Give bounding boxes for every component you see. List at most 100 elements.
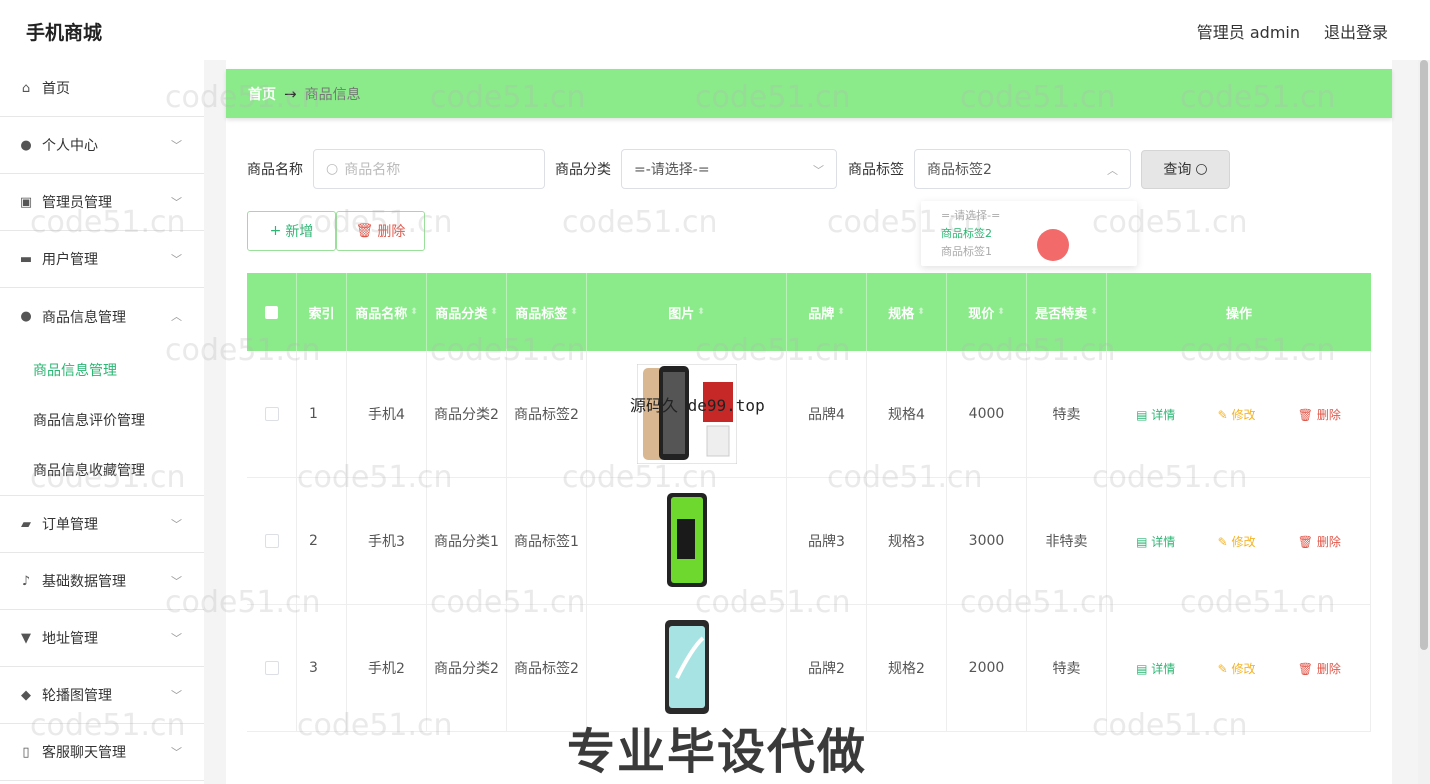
header-brand[interactable]: 品牌 ⬍ <box>787 273 867 351</box>
cell-special: 特卖 <box>1027 351 1107 477</box>
submenu-goods-favorite[interactable]: 商品信息收藏管理 <box>0 445 204 495</box>
cell-special: 特卖 <box>1027 605 1107 731</box>
detail-label: 详情 <box>1151 534 1176 549</box>
row-select-cell <box>247 478 297 604</box>
header-label: 现价 <box>968 306 995 322</box>
detail-button[interactable]: ▤ 详情 <box>1126 527 1185 556</box>
delete-button[interactable]: 🗑 删除 <box>1288 527 1351 556</box>
cell-name: 手机3 <box>347 478 427 604</box>
dropdown-option-selected[interactable]: 商品标签2 <box>941 225 1117 243</box>
briefcase-icon: ▬ <box>19 251 33 267</box>
edit-label: 修改 <box>1231 407 1256 422</box>
row-checkbox[interactable] <box>264 534 279 548</box>
tool-icon: ▼ <box>21 630 31 646</box>
detail-button[interactable]: ▤ 详情 <box>1126 654 1185 683</box>
tag-dropdown: =-请选择-= 商品标签2 商品标签1 <box>921 201 1137 266</box>
scrollbar[interactable] <box>1418 60 1430 784</box>
submenu-goods-review[interactable]: 商品信息评价管理 <box>0 395 204 445</box>
mic-icon: ♪ <box>21 573 31 589</box>
edit-button[interactable]: ✎ 修改 <box>1208 654 1266 683</box>
trash-icon: 🗑 <box>1297 534 1317 549</box>
cell-brand: 品牌2 <box>787 605 867 731</box>
product-image[interactable] <box>637 618 737 718</box>
tag-select[interactable]: 商品标签2 ︿ <box>914 149 1131 189</box>
select-all-cell <box>247 273 297 351</box>
sidebar-item-personal[interactable]: ● 个人中心 ﹀ <box>0 117 204 174</box>
chevron-up-icon: ︿ <box>1107 164 1118 177</box>
header-label: 品牌 <box>808 306 835 322</box>
header-spec[interactable]: 规格 ⬍ <box>867 273 947 351</box>
header-special[interactable]: 是否特卖 ⬍ <box>1027 273 1107 351</box>
top-bar: 手机商城 管理员 admin 退出登录 <box>0 0 1430 60</box>
main-content: 首页 → 商品信息 商品名称 ○ 商品名称 商品分类 =-请选择-= ﹀ 商品标… <box>226 60 1392 784</box>
header-image[interactable]: 图片 ⬍ <box>587 273 787 351</box>
sidebar-item-basedata[interactable]: ♪ 基础数据管理 ﹀ <box>0 553 204 610</box>
cell-actions: ▤ 详情 ✎ 修改 🗑 删除 <box>1107 605 1371 731</box>
select-all-checkbox[interactable] <box>265 305 278 319</box>
dropdown-option[interactable]: 商品标签1 <box>941 243 1117 261</box>
cell-brand: 品牌4 <box>787 351 867 477</box>
header-label: 商品标签 <box>515 306 568 322</box>
scrollbar-thumb[interactable] <box>1420 60 1428 650</box>
detail-button[interactable]: ▤ 详情 <box>1126 400 1185 429</box>
sidebar-item-label: 用户管理 <box>42 252 98 268</box>
logout-link[interactable]: 退出登录 <box>1324 19 1388 43</box>
cell-category: 商品分类1 <box>427 478 507 604</box>
sort-icon: ⬍ <box>997 307 1005 317</box>
breadcrumb-current: 商品信息 <box>304 86 361 103</box>
sidebar-item-label: 个人中心 <box>42 138 98 154</box>
pencil-icon: ✎ <box>1217 661 1232 676</box>
delete-button[interactable]: 🗑 删除 <box>1288 400 1351 429</box>
batch-delete-button[interactable]: 🗑 删除 <box>336 211 425 251</box>
submenu-goods-info[interactable]: 商品信息管理 <box>0 345 204 395</box>
sidebar-item-carousel[interactable]: ◆ 轮播图管理 ﹀ <box>0 667 204 724</box>
chevron-up-icon: ︿ <box>171 310 182 323</box>
product-image[interactable] <box>636 364 737 464</box>
query-button[interactable]: 查询 ○ <box>1141 149 1230 189</box>
pencil-icon: ✎ <box>1217 407 1232 422</box>
sidebar-item-chat[interactable]: ▯ 客服聊天管理 ﹀ <box>0 724 204 781</box>
sidebar-item-address[interactable]: ▼ 地址管理 ﹀ <box>0 610 204 667</box>
trash-icon: 🗑 <box>1297 407 1317 422</box>
edit-button[interactable]: ✎ 修改 <box>1208 400 1266 429</box>
row-checkbox[interactable] <box>264 661 279 675</box>
sort-icon: ⬍ <box>697 307 705 317</box>
sidebar-item-users[interactable]: ▬ 用户管理 ﹀ <box>0 231 204 288</box>
sidebar: ⌂ 首页 ● 个人中心 ﹀ ▣ 管理员管理 ﹀ ▬ 用户管理 ﹀ ● 商品信息管… <box>0 60 204 784</box>
user-icon: ● <box>20 309 32 324</box>
add-button[interactable]: + 新增 <box>247 211 336 251</box>
delete-button[interactable]: 🗑 删除 <box>1288 654 1351 683</box>
table-row: 2 手机3 商品分类1 商品标签1 品牌3 规格3 3000 非特卖 ▤ 详情 <box>247 478 1371 605</box>
category-select[interactable]: =-请选择-= ﹀ <box>621 149 837 189</box>
chevron-down-icon: ﹀ <box>171 575 182 588</box>
sidebar-item-admins[interactable]: ▣ 管理员管理 ﹀ <box>0 174 204 231</box>
header-label: 规格 <box>888 306 915 322</box>
app-title: 手机商城 <box>26 22 103 44</box>
product-image[interactable] <box>637 491 737 591</box>
dropdown-option[interactable]: =-请选择-= <box>941 207 1117 225</box>
header-category[interactable]: 商品分类 ⬍ <box>427 273 507 351</box>
admin-label[interactable]: 管理员 admin <box>1197 19 1300 43</box>
trash-icon: 🗑 <box>1297 661 1317 676</box>
header-name[interactable]: 商品名称 ⬍ <box>347 273 427 351</box>
chevron-down-icon: ﹀ <box>171 689 182 702</box>
cell-index: 2 <box>297 478 347 604</box>
delete-label: 删除 <box>1316 407 1341 422</box>
cell-index: 1 <box>297 351 347 477</box>
name-label: 商品名称 <box>247 162 303 178</box>
header-tag[interactable]: 商品标签 ⬍ <box>507 273 587 351</box>
phone-icon: ▯ <box>22 744 30 760</box>
row-checkbox[interactable] <box>264 407 279 421</box>
search-icon: ○ <box>326 161 339 177</box>
sidebar-item-goods[interactable]: ● 商品信息管理 ︿ <box>0 288 204 345</box>
sidebar-item-home[interactable]: ⌂ 首页 <box>0 60 204 117</box>
sidebar-item-label: 订单管理 <box>42 517 98 533</box>
header-price[interactable]: 现价 ⬍ <box>947 273 1027 351</box>
cell-actions: ▤ 详情 ✎ 修改 🗑 删除 <box>1107 478 1371 604</box>
breadcrumb-home[interactable]: 首页 <box>248 84 276 104</box>
name-search-input[interactable]: ○ 商品名称 <box>313 149 545 189</box>
sidebar-item-label: 轮播图管理 <box>42 688 112 704</box>
edit-button[interactable]: ✎ 修改 <box>1208 527 1266 556</box>
cell-tag: 商品标签2 <box>507 351 587 477</box>
sidebar-item-orders[interactable]: ▰ 订单管理 ﹀ <box>0 496 204 553</box>
